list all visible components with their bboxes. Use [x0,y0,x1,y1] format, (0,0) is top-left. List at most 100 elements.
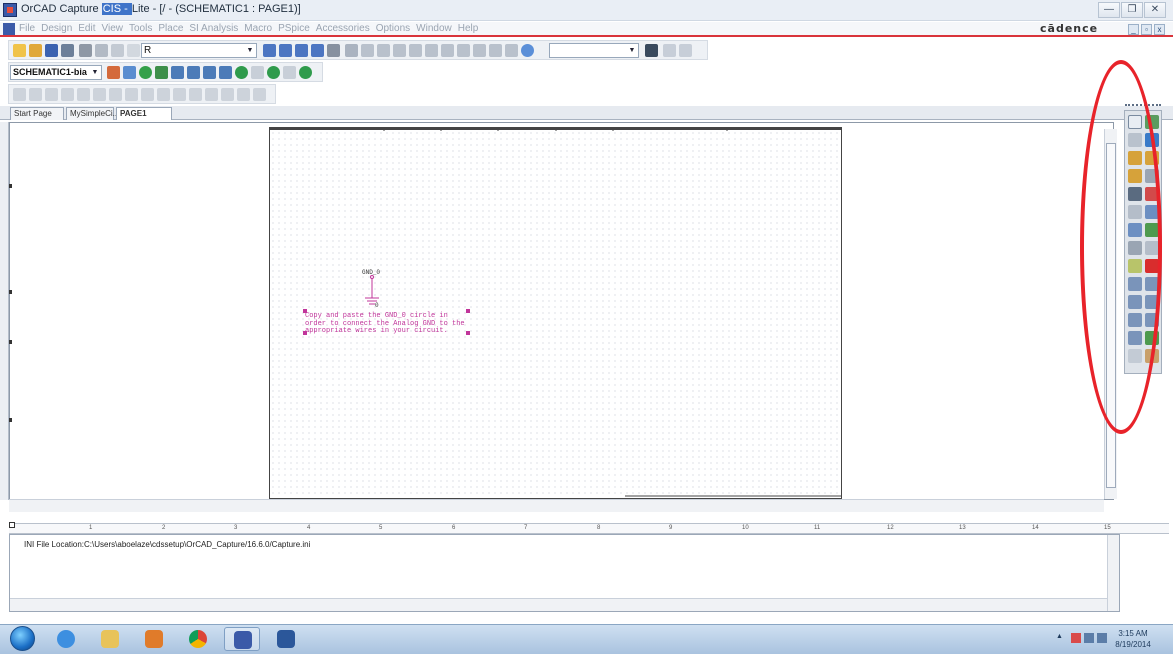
back-annotate-icon[interactable] [361,44,374,57]
schematic-note-text[interactable]: Copy and paste the GND_0 circle in order… [305,312,470,336]
orcad-app-icon[interactable] [3,3,17,17]
menu-pspice[interactable]: PSpice [278,23,310,34]
zoom-area-icon[interactable] [295,44,308,57]
menu-macro[interactable]: Macro [244,23,272,34]
visibility-icon[interactable] [327,44,340,57]
restore-button[interactable]: ❐ [1121,2,1143,18]
project-manager-icon[interactable] [473,44,486,57]
drc-icon[interactable] [377,44,390,57]
clock-time[interactable]: 3:15 AM [1110,629,1156,638]
zoom-in-icon[interactable] [263,44,276,57]
minimize-button[interactable]: — [1098,2,1120,18]
ungroup-icon[interactable] [173,88,186,101]
menu-file[interactable]: File [19,23,35,34]
mdi-restore-button[interactable]: ▫ [1141,24,1152,35]
taskbar-chrome[interactable] [180,627,216,651]
annotate-icon[interactable] [345,44,358,57]
bias-power-icon[interactable] [283,66,296,79]
taskbar-media-player[interactable] [136,627,172,651]
copy-icon[interactable] [95,44,108,57]
menu-accessories[interactable]: Accessories [316,23,370,34]
align-left-icon[interactable] [13,88,26,101]
zoom-all-icon[interactable] [311,44,324,57]
chevron-down-icon[interactable]: ▼ [627,45,637,56]
document-icon[interactable] [3,23,15,35]
bias-current-icon[interactable] [267,66,280,79]
chevron-down-icon[interactable]: ▼ [90,67,100,78]
send-back-icon[interactable] [205,88,218,101]
save-icon[interactable] [45,44,58,57]
bill-of-materials-icon[interactable] [425,44,438,57]
bias-voltage-icon[interactable] [251,66,264,79]
view-simulation-icon[interactable] [155,66,168,79]
zoom-out-icon[interactable] [279,44,292,57]
log-vertical-scrollbar[interactable] [1107,535,1119,611]
mdi-minimize-button[interactable]: _ [1128,24,1139,35]
power-icon[interactable] [1084,633,1094,643]
action-center-icon[interactable] [1071,633,1081,643]
gnd-net-label[interactable]: 0 [375,302,379,309]
netlist-icon[interactable] [393,44,406,57]
taskbar-file-explorer[interactable] [92,627,128,651]
tab-mysimplecircuit[interactable]: MySimpleCi... [66,107,119,120]
cut-icon[interactable] [79,44,92,57]
menu-design[interactable]: Design [41,23,72,34]
snap-to-grid-icon[interactable] [441,44,454,57]
table-icon[interactable] [253,88,266,101]
mdi-close-button[interactable]: x [1154,24,1165,35]
menu-view[interactable]: View [102,23,124,34]
differential-marker-icon[interactable] [219,66,232,79]
new-simulation-icon[interactable] [107,66,120,79]
align-center-icon[interactable] [29,88,42,101]
undo-icon[interactable] [127,44,140,57]
current-marker-icon[interactable] [187,66,200,79]
cross-reference-icon[interactable] [409,44,422,57]
menu-window[interactable]: Window [416,23,452,34]
log-horizontal-scrollbar[interactable] [10,598,1107,611]
power-marker-icon[interactable] [203,66,216,79]
properties-icon[interactable] [221,88,234,101]
tab-page1[interactable]: PAGE1 [116,107,172,120]
canvas-horizontal-scrollbar[interactable] [9,499,1104,512]
align-right-icon[interactable] [45,88,58,101]
enable-bias-icon[interactable] [235,66,248,79]
tray-expand-icon[interactable]: ▲ [1056,633,1066,643]
chevron-down-icon[interactable]: ▼ [245,45,255,56]
group-icon[interactable] [157,88,170,101]
tab-start-page[interactable]: Start Page [10,107,64,120]
ruler-origin-marker[interactable] [9,522,15,528]
find-combo[interactable]: ▼ [549,43,639,58]
area-select-icon[interactable] [457,44,470,57]
taskbar-orcad-capture[interactable] [224,627,260,651]
print-icon[interactable] [61,44,74,57]
toggle-icon[interactable] [489,44,502,57]
menu-help[interactable]: Help [458,23,479,34]
taskbar-word[interactable] [268,627,304,651]
start-button[interactable] [10,626,35,651]
help-icon[interactable] [505,44,518,57]
new-icon[interactable] [13,44,26,57]
menu-tools[interactable]: Tools [129,23,152,34]
align-top-icon[interactable] [77,88,90,101]
network-icon[interactable] [1097,633,1107,643]
align-bottom-icon[interactable] [109,88,122,101]
previous-icon[interactable] [663,44,676,57]
gnd-part-label[interactable]: GND_0 [362,269,380,276]
paste-icon[interactable] [111,44,124,57]
constraints-icon[interactable] [237,88,250,101]
bring-front-icon[interactable] [189,88,202,101]
rotate-icon[interactable] [125,88,138,101]
web-help-icon[interactable] [521,44,534,57]
clock-date[interactable]: 8/19/2014 [1110,640,1156,649]
part-search-combo[interactable]: R ▼ [141,43,257,58]
edit-simulation-icon[interactable] [123,66,136,79]
menu-place[interactable]: Place [158,23,183,34]
run-icon[interactable] [139,66,152,79]
menu-edit[interactable]: Edit [78,23,95,34]
voltage-marker-icon[interactable] [171,66,184,79]
menu-options[interactable]: Options [376,23,410,34]
open-icon[interactable] [29,44,42,57]
align-middle-icon[interactable] [93,88,106,101]
distribute-icon[interactable] [61,88,74,101]
menu-si-analysis[interactable]: SI Analysis [189,23,238,34]
